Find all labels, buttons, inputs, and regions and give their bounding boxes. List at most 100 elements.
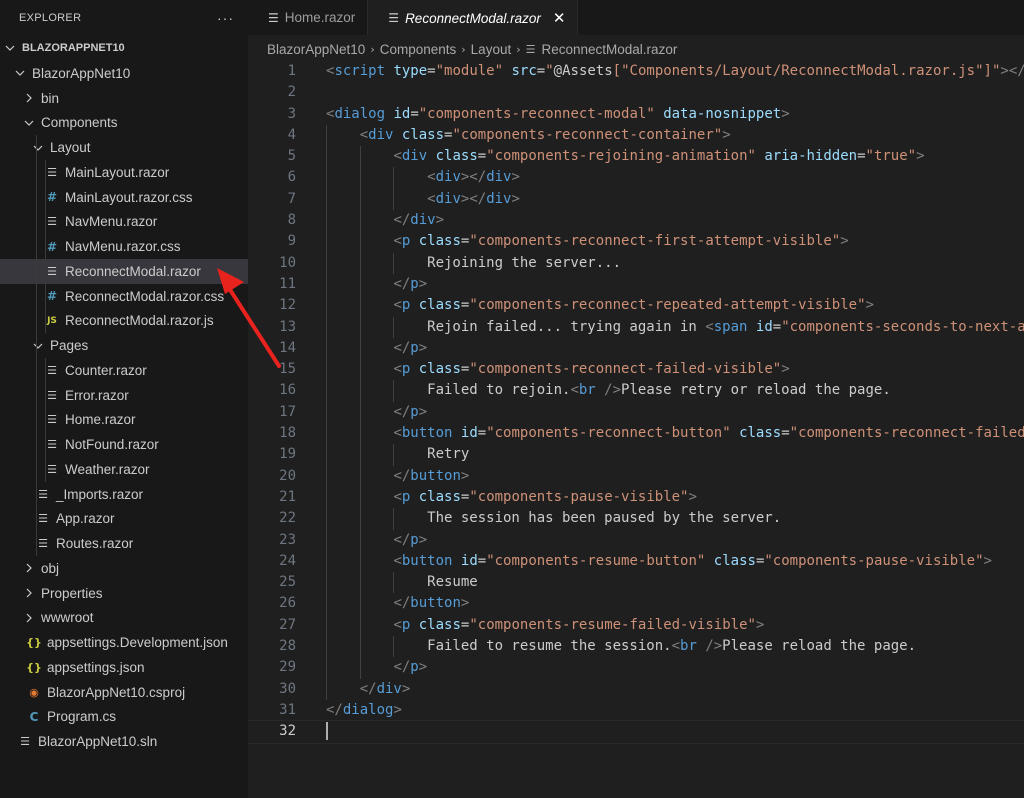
code-line[interactable]: 3 <dialog id="components-reconnect-modal"… — [248, 104, 1024, 125]
tree-folder-obj[interactable]: obj — [0, 556, 248, 581]
indent-guide — [36, 432, 37, 457]
code-line[interactable]: 18 <button id="components-reconnect-butt… — [248, 423, 1024, 445]
code-line[interactable]: 11 </p> — [248, 273, 1024, 296]
tree-file-reconnectmodal-razor-js[interactable]: JS ReconnectModal.razor.js — [0, 308, 248, 334]
code-attribute: src — [511, 63, 537, 79]
code-line[interactable]: 7 <div></div> — [248, 188, 1024, 211]
code-line[interactable]: 19 Retry — [248, 444, 1024, 466]
code-line[interactable]: 15 <p class="components-reconnect-failed… — [248, 359, 1024, 381]
code-line[interactable]: 10 Rejoining the server... — [248, 252, 1024, 274]
code-line[interactable]: 2 — [248, 82, 1024, 103]
code-line[interactable]: 27 <p class="components-resume-failed-vi… — [248, 614, 1024, 637]
code-line[interactable]: 4 <div class="components-reconnect-conta… — [248, 124, 1024, 147]
code-bracket: > — [418, 659, 428, 676]
code-line[interactable]: 1 <script type="module" src="@Assets["Com… — [248, 61, 1024, 82]
breadcrumb-item[interactable]: Layout — [471, 42, 512, 57]
tree-file-appsettings-development-json[interactable]: {} appsettings.Development.json — [0, 630, 248, 655]
workspace-root-header[interactable]: BLAZORAPPNET10 — [0, 35, 248, 61]
tree-file-home-razor[interactable]: ☰ Home.razor — [0, 407, 248, 433]
code-line[interactable]: 14 </p> — [248, 337, 1024, 360]
code-line[interactable]: 29 </p> — [248, 657, 1024, 679]
code-bracket: </ — [393, 595, 411, 612]
tree-file-blazorappnet10-csproj[interactable]: ◉ BlazorAppNet10.csproj — [0, 680, 248, 705]
code-line[interactable]: 32 — [248, 720, 1024, 744]
code-line[interactable]: 25 Resume — [248, 572, 1024, 594]
tab-home-razor[interactable]: ☰ Home.razor — [248, 0, 369, 35]
tree-file-program-cs[interactable]: C Program.cs — [0, 705, 248, 730]
tree-folder-pages[interactable]: Pages — [0, 333, 248, 358]
tree-folder-bin[interactable]: bin — [0, 86, 248, 111]
tree-file-app-razor[interactable]: ☰ App.razor — [0, 506, 248, 532]
razor-file-icon: ☰ — [47, 165, 57, 179]
tab-label: Home.razor — [284, 10, 356, 25]
tree-file-blazorappnet10-sln[interactable]: ☰ BlazorAppNet10.sln — [0, 729, 248, 754]
code-string: "module" — [435, 63, 504, 79]
razor-file-icon: ☰ — [47, 215, 57, 229]
tree-folder-layout[interactable]: Layout — [0, 135, 248, 160]
code-editor[interactable]: 1 <script type="module" src="@Assets["Com… — [248, 61, 1024, 798]
code-bracket: </ — [393, 659, 411, 676]
code-attribute: class — [418, 233, 461, 250]
breadcrumb-item[interactable]: BlazorAppNet10 — [267, 42, 365, 57]
tab-reconnectmodal-razor[interactable]: ☰ ReconnectModal.razor ✕ — [368, 0, 579, 35]
tree-folder-components[interactable]: Components — [0, 111, 248, 136]
code-line[interactable]: 23 </p> — [248, 529, 1024, 551]
code-line[interactable]: 9 <p class="components-reconnect-first-a… — [248, 231, 1024, 253]
code-line[interactable]: 20 </button> — [248, 465, 1024, 487]
code-line[interactable]: 30 </div> — [248, 678, 1024, 700]
line-number: 11 — [279, 275, 296, 292]
code-line[interactable]: 24 <button id="components-resume-button"… — [248, 550, 1024, 573]
line-number: 22 — [279, 510, 296, 527]
line-number: 19 — [279, 446, 296, 463]
code-string: "components-seconds-to-next-attempt" — [781, 318, 1024, 335]
razor-file-icon: ☰ — [47, 363, 57, 377]
breadcrumb-item[interactable]: Components — [380, 42, 457, 57]
tree-folder-properties[interactable]: Properties — [0, 581, 248, 606]
code-tag: button — [410, 467, 461, 484]
code-line[interactable]: 8 </div> — [248, 210, 1024, 232]
code-line[interactable]: 17 </p> — [248, 401, 1024, 424]
tree-item-label: Properties — [41, 585, 103, 601]
indent-guide — [45, 407, 46, 433]
tree-file-mainlayout-razor-css[interactable]: # MainLayout.razor.css — [0, 184, 248, 210]
code-content: </p> — [326, 402, 427, 423]
code-text: Resume — [326, 574, 478, 591]
razor-file-icon: ☰ — [47, 413, 57, 427]
tree-file-navmenu-razor-css[interactable]: # NavMenu.razor.css — [0, 234, 248, 259]
code-line[interactable]: 21 <p class="components-pause-visible"> — [248, 486, 1024, 509]
tree-file-imports-razor[interactable]: ☰ _Imports.razor — [0, 481, 248, 507]
ellipsis-icon[interactable]: ··· — [217, 10, 234, 26]
code-line[interactable]: 28 Failed to resume the session.<br />Pl… — [248, 636, 1024, 658]
tree-folder-blazorappnet10[interactable]: BlazorAppNet10 — [0, 61, 248, 86]
chevron-down-icon — [14, 68, 26, 78]
code-text: = — [772, 318, 782, 335]
code-line[interactable]: 22 The session has been paused by the se… — [248, 508, 1024, 530]
tree-file-error-razor[interactable]: ☰ Error.razor — [0, 382, 248, 408]
code-line[interactable]: 5 <div class="components-rejoining-anima… — [248, 146, 1024, 168]
code-line[interactable]: 13 Rejoin failed... trying again in <spa… — [248, 316, 1024, 338]
code-line[interactable]: 31 </dialog> — [248, 700, 1024, 721]
close-icon[interactable]: ✕ — [553, 9, 566, 27]
tree-file-appsettings-json[interactable]: {} appsettings.json — [0, 655, 248, 680]
tree-file-mainlayout-razor[interactable]: ☰ MainLayout.razor — [0, 160, 248, 185]
tree-file-reconnectmodal-razor-css[interactable]: # ReconnectModal.razor.css — [0, 283, 248, 309]
razor-file-icon: ☰ — [47, 388, 57, 402]
code-line[interactable]: 16 Failed to rejoin.<br />Please retry o… — [248, 380, 1024, 402]
line-number: 17 — [279, 403, 296, 420]
tree-file-notfound-razor[interactable]: ☰ NotFound.razor — [0, 432, 248, 457]
tree-file-routes-razor[interactable]: ☰ Routes.razor — [0, 531, 248, 556]
breadcrumb-item[interactable]: ReconnectModal.razor — [542, 42, 678, 57]
tree-file-weather-razor[interactable]: ☰ Weather.razor — [0, 457, 248, 482]
tree-file-counter-razor[interactable]: ☰ Counter.razor — [0, 358, 248, 383]
tree-folder-wwwroot[interactable]: wwwroot — [0, 606, 248, 631]
code-line[interactable]: 12 <p class="components-reconnect-repeat… — [248, 295, 1024, 317]
code-line[interactable]: 6 <div></div> — [248, 167, 1024, 189]
tree-file-navmenu-razor[interactable]: ☰ NavMenu.razor — [0, 209, 248, 235]
tree-file-reconnectmodal-razor[interactable]: ☰ ReconnectModal.razor — [0, 259, 248, 284]
code-line[interactable]: 26 </button> — [248, 593, 1024, 615]
